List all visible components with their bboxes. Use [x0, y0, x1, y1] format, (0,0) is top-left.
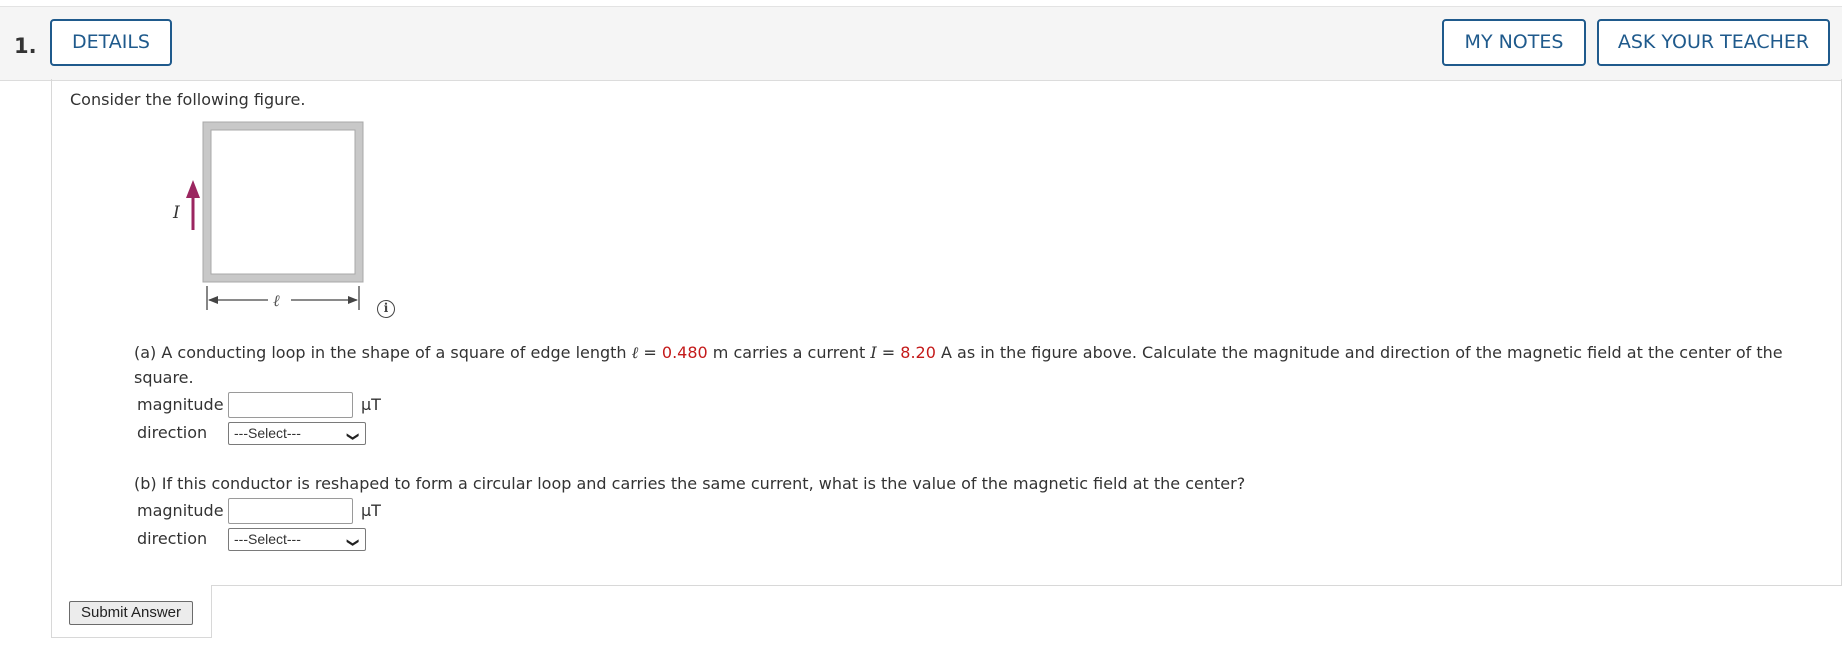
length-label: ℓ — [273, 291, 280, 310]
submit-answer-button[interactable]: Submit Answer — [69, 601, 193, 625]
length-dimension — [206, 286, 360, 310]
intro-text: Consider the following figure. — [70, 90, 306, 109]
part-a-unit: μT — [361, 395, 381, 414]
my-notes-button[interactable]: MY NOTES — [1442, 19, 1586, 66]
question-number: 1. — [14, 34, 37, 58]
square-loop — [203, 122, 363, 282]
given-current-value: 8.20 — [900, 343, 936, 362]
square-loop-figure: I ℓ — [172, 121, 364, 310]
chevron-down-icon: ❯ — [346, 537, 361, 548]
part-a-magnitude-input[interactable] — [228, 392, 353, 418]
question-header: 1. DETAILS MY NOTES ASK YOUR TEACHER — [0, 6, 1842, 81]
part-a-direction-select[interactable]: ---Select--- ❯ — [228, 422, 366, 445]
part-b-question: (b) If this conductor is reshaped to for… — [134, 474, 1246, 493]
chevron-down-icon: ❯ — [346, 431, 361, 442]
part-a-magnitude-label: magnitude — [137, 395, 224, 414]
current-arrow — [186, 180, 200, 230]
part-a-direction-label: direction — [137, 423, 208, 442]
ask-your-teacher-button[interactable]: ASK YOUR TEACHER — [1597, 19, 1830, 66]
part-a-question: (a) A conducting loop in the shape of a … — [134, 343, 1783, 387]
given-length-value: 0.480 — [661, 343, 708, 362]
info-icon[interactable]: i — [377, 300, 395, 318]
details-button[interactable]: DETAILS — [50, 19, 172, 66]
part-b-direction-label: direction — [137, 529, 208, 548]
part-b-direction-select[interactable]: ---Select--- ❯ — [228, 528, 366, 551]
part-b-unit: μT — [361, 501, 381, 520]
current-label: I — [172, 203, 180, 223]
part-b-magnitude-input[interactable] — [228, 498, 353, 524]
part-b-magnitude-label: magnitude — [137, 501, 224, 520]
